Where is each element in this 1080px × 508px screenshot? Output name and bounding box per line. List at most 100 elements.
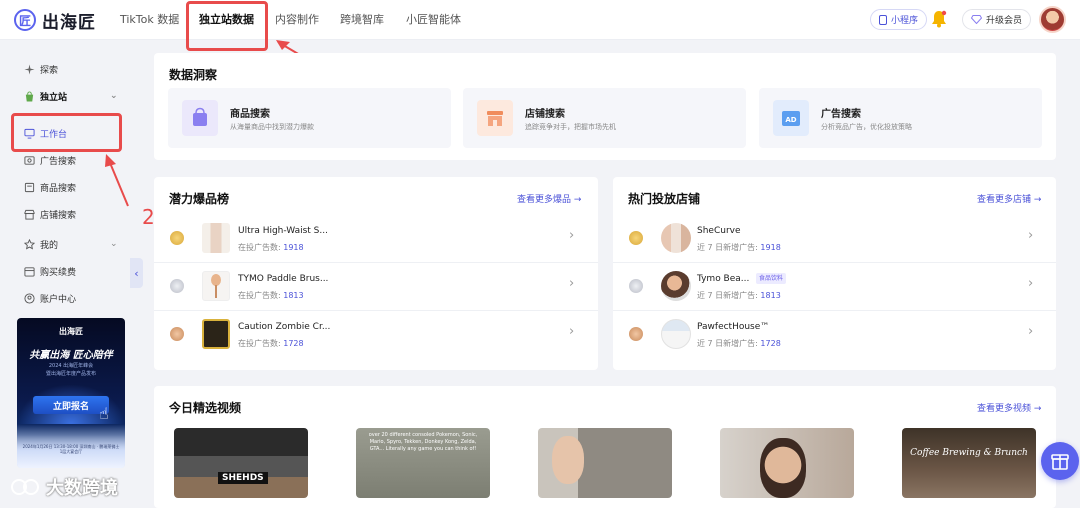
- ad-count-label: 在投广告数:: [238, 243, 281, 252]
- product-thumbnail: [202, 271, 230, 301]
- video-person: [552, 436, 584, 484]
- logo[interactable]: 匠 出海匠: [14, 8, 96, 33]
- ad-count-label: 在投广告数:: [238, 339, 281, 348]
- promo-headline: 共赢出海 匠心陪伴: [29, 350, 113, 361]
- star-icon: [24, 238, 35, 250]
- video-thumbnail[interactable]: SHEHDS: [174, 428, 308, 498]
- sidebar-label: 广告搜索: [40, 156, 77, 167]
- sidebar-item-account[interactable]: 账户中心: [24, 287, 76, 309]
- sidebar-group-site[interactable]: 独立站 ⌄: [24, 85, 124, 107]
- ad-count-value: 1813: [760, 291, 781, 300]
- sidebar-item-store-search[interactable]: 店铺搜索: [24, 203, 76, 225]
- store-ad-count: 近 7 日新增广告: 1728: [697, 338, 781, 349]
- store-icon: [24, 209, 35, 220]
- storefront-icon: [477, 100, 513, 136]
- sidebar-item-product-search[interactable]: 商品搜索: [24, 176, 76, 198]
- silver-trophy-icon: [629, 279, 643, 293]
- video-thumbnail[interactable]: [538, 428, 672, 498]
- product-row[interactable]: Ultra High-Waist S... 在投广告数: 1918 ›: [154, 214, 598, 262]
- user-avatar[interactable]: [1039, 6, 1066, 33]
- video-thumbnail[interactable]: [720, 428, 854, 498]
- store-name: SheCurve: [697, 226, 741, 236]
- store-name: PawfectHouse™: [697, 322, 770, 332]
- svg-text:AD: AD: [785, 116, 796, 124]
- chevron-right-icon: ›: [1028, 276, 1034, 291]
- promo-banner[interactable]: 出海匠 共赢出海 匠心陪伴 2024 出海匠年峰会 暨出海匠年度产品发布 立即报…: [17, 318, 125, 468]
- product-row[interactable]: TYMO Paddle Brus... 在投广告数: 1813 ›: [154, 262, 598, 310]
- sidebar-item-ad-search[interactable]: 广告搜索: [24, 149, 76, 171]
- ad-count-label: 近 7 日新增广告:: [697, 339, 758, 348]
- product-ad-count: 在投广告数: 1813: [238, 290, 304, 301]
- section-title: 数据洞察: [169, 68, 218, 82]
- chevron-right-icon: ›: [1028, 228, 1034, 243]
- product-icon: [24, 182, 35, 192]
- video-thumbnail[interactable]: over 20 different consoled Pokemon, Soni…: [356, 428, 490, 498]
- hand-pointer-icon: ☝: [99, 404, 109, 423]
- ad-count-value: 1918: [760, 243, 781, 252]
- nav-tiktok-data[interactable]: TikTok 数据: [120, 0, 179, 40]
- sidebar-collapse-button[interactable]: ‹: [130, 258, 143, 288]
- feature-ad-search[interactable]: AD 广告搜索 分析竞品广告，优化投放策略: [759, 88, 1042, 148]
- more-videos-link[interactable]: 查看更多视频 →: [977, 401, 1041, 414]
- ad-count-label: 近 7 日新增广告:: [697, 291, 758, 300]
- nav-ai-agent[interactable]: 小匠智能体: [406, 0, 461, 40]
- upgrade-membership-button[interactable]: 升级会员: [962, 9, 1032, 30]
- store-logo: [661, 319, 691, 349]
- promo-brand: 出海匠: [59, 327, 83, 336]
- annotation-box-site-data: [186, 1, 268, 51]
- sidebar-item-mine[interactable]: 我的 ⌄: [24, 233, 124, 255]
- chevron-right-icon: ›: [1028, 324, 1034, 339]
- sidebar-label: 账户中心: [40, 294, 77, 305]
- product-thumbnail: [202, 223, 230, 253]
- chevron-right-icon: ›: [569, 324, 575, 339]
- chevron-right-icon: ›: [569, 228, 575, 243]
- feature-store-search[interactable]: 店铺搜索 追踪竞争对手，把握市场先机: [463, 88, 746, 148]
- promo-line1: 2024 出海匠年峰会: [48, 363, 94, 369]
- sidebar-item-purchase[interactable]: 购买续费: [24, 260, 76, 282]
- promo-footer: 2024年1月26日 13:30-18:00 深圳南山 · 鹏瑞莱佛士 1层大宴…: [22, 444, 120, 454]
- section-title: 今日精选视频: [169, 401, 242, 415]
- store-row[interactable]: SheCurve 近 7 日新增广告: 1918 ›: [613, 214, 1056, 262]
- bell-icon[interactable]: [931, 10, 947, 28]
- section-title: 潜力爆品榜: [169, 192, 230, 206]
- annotation-arrow-2: [105, 154, 129, 207]
- promo-register-button[interactable]: 立即报名: [33, 396, 109, 414]
- store-ad-count: 近 7 日新增广告: 1813: [697, 290, 781, 301]
- video-thumbnail[interactable]: Coffee Brewing & Brunch: [902, 428, 1036, 498]
- product-name: Ultra High-Waist S...: [238, 226, 328, 236]
- more-products-link[interactable]: 查看更多爆品 →: [517, 192, 581, 205]
- ad-count-label: 近 7 日新增广告:: [697, 243, 758, 252]
- shopify-bag-icon: [25, 90, 34, 102]
- ad-icon: [24, 155, 35, 165]
- gold-trophy-icon: [629, 231, 643, 245]
- product-thumbnail: [202, 319, 230, 349]
- sidebar-item-explore[interactable]: 探索: [24, 58, 58, 80]
- more-stores-link[interactable]: 查看更多店铺 →: [977, 192, 1041, 205]
- chevron-down-icon: ⌄: [110, 91, 118, 101]
- bronze-trophy-icon: [629, 327, 643, 341]
- nav-cross-border-library[interactable]: 跨境智库: [340, 0, 384, 40]
- feature-product-search[interactable]: 商品搜索 从海量商品中找到潜力爆款: [168, 88, 451, 148]
- feature-name: 广告搜索: [821, 109, 861, 120]
- video-person: [760, 438, 806, 498]
- brand-name: 出海匠: [42, 12, 96, 33]
- bronze-trophy-icon: [170, 327, 184, 341]
- store-logo: [661, 271, 691, 301]
- product-name: TYMO Paddle Brus...: [238, 274, 329, 284]
- video-caption: Coffee Brewing & Brunch: [910, 448, 1028, 458]
- mini-program-label: 小程序: [891, 16, 919, 26]
- hot-stores-card: 热门投放店铺 查看更多店铺 → SheCurve 近 7 日新增广告: 1918…: [613, 177, 1056, 370]
- sidebar-label: 我的: [40, 240, 59, 251]
- sidebar-label: 探索: [40, 65, 59, 76]
- product-row[interactable]: Caution Zombie Cr... 在投广告数: 1728 ›: [154, 310, 598, 358]
- feature-desc: 追踪竞争对手，把握市场先机: [525, 123, 616, 131]
- promo-line2: 暨出海匠年度产品发布: [45, 371, 96, 377]
- ad-count-value: 1728: [283, 339, 304, 348]
- store-row[interactable]: Tymo Bea... 食品饮料 近 7 日新增广告: 1813 ›: [613, 262, 1056, 310]
- floating-gift-button[interactable]: [1041, 442, 1079, 480]
- store-row[interactable]: PawfectHouse™ 近 7 日新增广告: 1728 ›: [613, 310, 1056, 358]
- store-logo: [661, 223, 691, 253]
- ad-count-value: 1813: [283, 291, 304, 300]
- mini-program-button[interactable]: 小程序: [870, 9, 928, 30]
- diamond-icon: [971, 15, 982, 24]
